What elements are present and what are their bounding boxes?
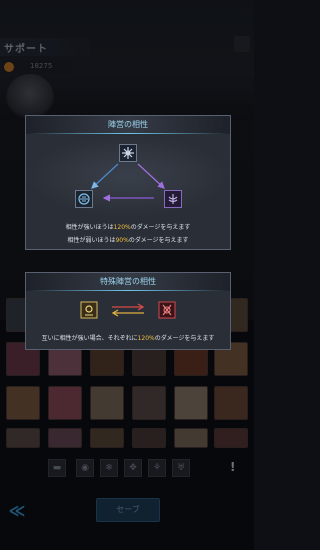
affinity-strong-percent: 120% bbox=[113, 224, 131, 231]
affinity-weak-prefix: 相性が弱いほうは bbox=[67, 237, 116, 244]
special-affinity-percent: 120% bbox=[137, 335, 155, 342]
special-affinity-panel: 特殊陣営の相性 互いに相性が強い場合、それぞれに120%のダメージを与えます bbox=[25, 272, 231, 350]
affinity-weak-suffix: のダメージを与えます bbox=[128, 237, 189, 244]
special-affinity-suffix: のダメージを与えます bbox=[154, 335, 215, 342]
panel-title: 特殊陣営の相性 bbox=[26, 273, 230, 291]
panel-title: 陣営の相性 bbox=[26, 116, 230, 134]
affinity-strong-text: 相性が強いほうは120%のダメージを与えます bbox=[26, 222, 230, 231]
affinity-diagram bbox=[26, 134, 230, 218]
snowflake-faction-icon bbox=[119, 144, 137, 162]
faction-affinity-panel: 陣営の相性 相性が強いほうは120%のダメージを与えます 相性が弱いほうは90%… bbox=[25, 115, 231, 250]
affinity-strong-prefix: 相性が強いほうは bbox=[65, 224, 114, 231]
affinity-weak-text: 相性が弱いほうは90%のダメージを与えます bbox=[26, 235, 230, 244]
dark-faction-icon bbox=[158, 301, 176, 319]
wing-faction-icon bbox=[164, 190, 182, 208]
affinity-strong-suffix: のダメージを与えます bbox=[130, 224, 191, 231]
mutual-arrows-icon bbox=[111, 303, 145, 317]
affinity-weak-percent: 90% bbox=[115, 237, 129, 244]
light-faction-icon bbox=[80, 301, 98, 319]
special-affinity-text: 互いに相性が強い場合、それぞれに120%のダメージを与えます bbox=[26, 333, 230, 342]
special-affinity-prefix: 互いに相性が強い場合、それぞれに bbox=[41, 335, 138, 342]
emblem-faction-icon bbox=[75, 190, 93, 208]
special-faction-row bbox=[26, 291, 230, 331]
